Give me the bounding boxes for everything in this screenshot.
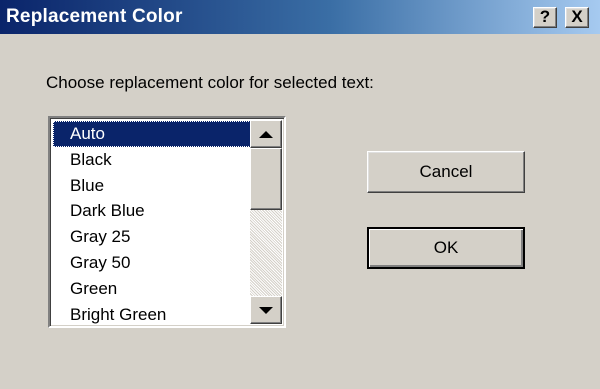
ok-button[interactable]: OK <box>367 227 525 269</box>
window-title: Replacement Color <box>6 6 183 27</box>
list-item-gray-25[interactable]: Gray 25 <box>53 224 253 250</box>
list-item-gray-50[interactable]: Gray 50 <box>53 250 253 276</box>
cancel-button[interactable]: Cancel <box>367 151 525 193</box>
list-item-blue[interactable]: Blue <box>53 173 253 199</box>
title-bar[interactable]: Replacement Color ? X <box>0 0 600 34</box>
close-button[interactable]: X <box>565 7 589 28</box>
list-item-black[interactable]: Black <box>53 147 253 173</box>
scroll-up-button[interactable] <box>250 120 282 148</box>
replacement-color-dialog: Replacement Color ? X Choose replacement… <box>0 0 600 389</box>
list-item-auto[interactable]: Auto <box>53 121 253 147</box>
list-item-green[interactable]: Green <box>53 276 253 302</box>
color-listbox[interactable]: Auto Black Blue Dark Blue Gray 25 Gray 5… <box>48 116 286 328</box>
arrow-down-icon <box>259 306 273 314</box>
list-scrollbar[interactable] <box>250 120 282 324</box>
list-item-bright-green[interactable]: Bright Green <box>53 302 253 328</box>
help-button[interactable]: ? <box>533 7 557 28</box>
arrow-up-icon <box>259 130 273 138</box>
prompt-label: Choose replacement color for selected te… <box>46 73 374 92</box>
scroll-thumb[interactable] <box>250 148 282 210</box>
scroll-down-button[interactable] <box>250 296 282 324</box>
list-item-dark-blue[interactable]: Dark Blue <box>53 198 253 224</box>
color-list: Auto Black Blue Dark Blue Gray 25 Gray 5… <box>53 121 253 327</box>
